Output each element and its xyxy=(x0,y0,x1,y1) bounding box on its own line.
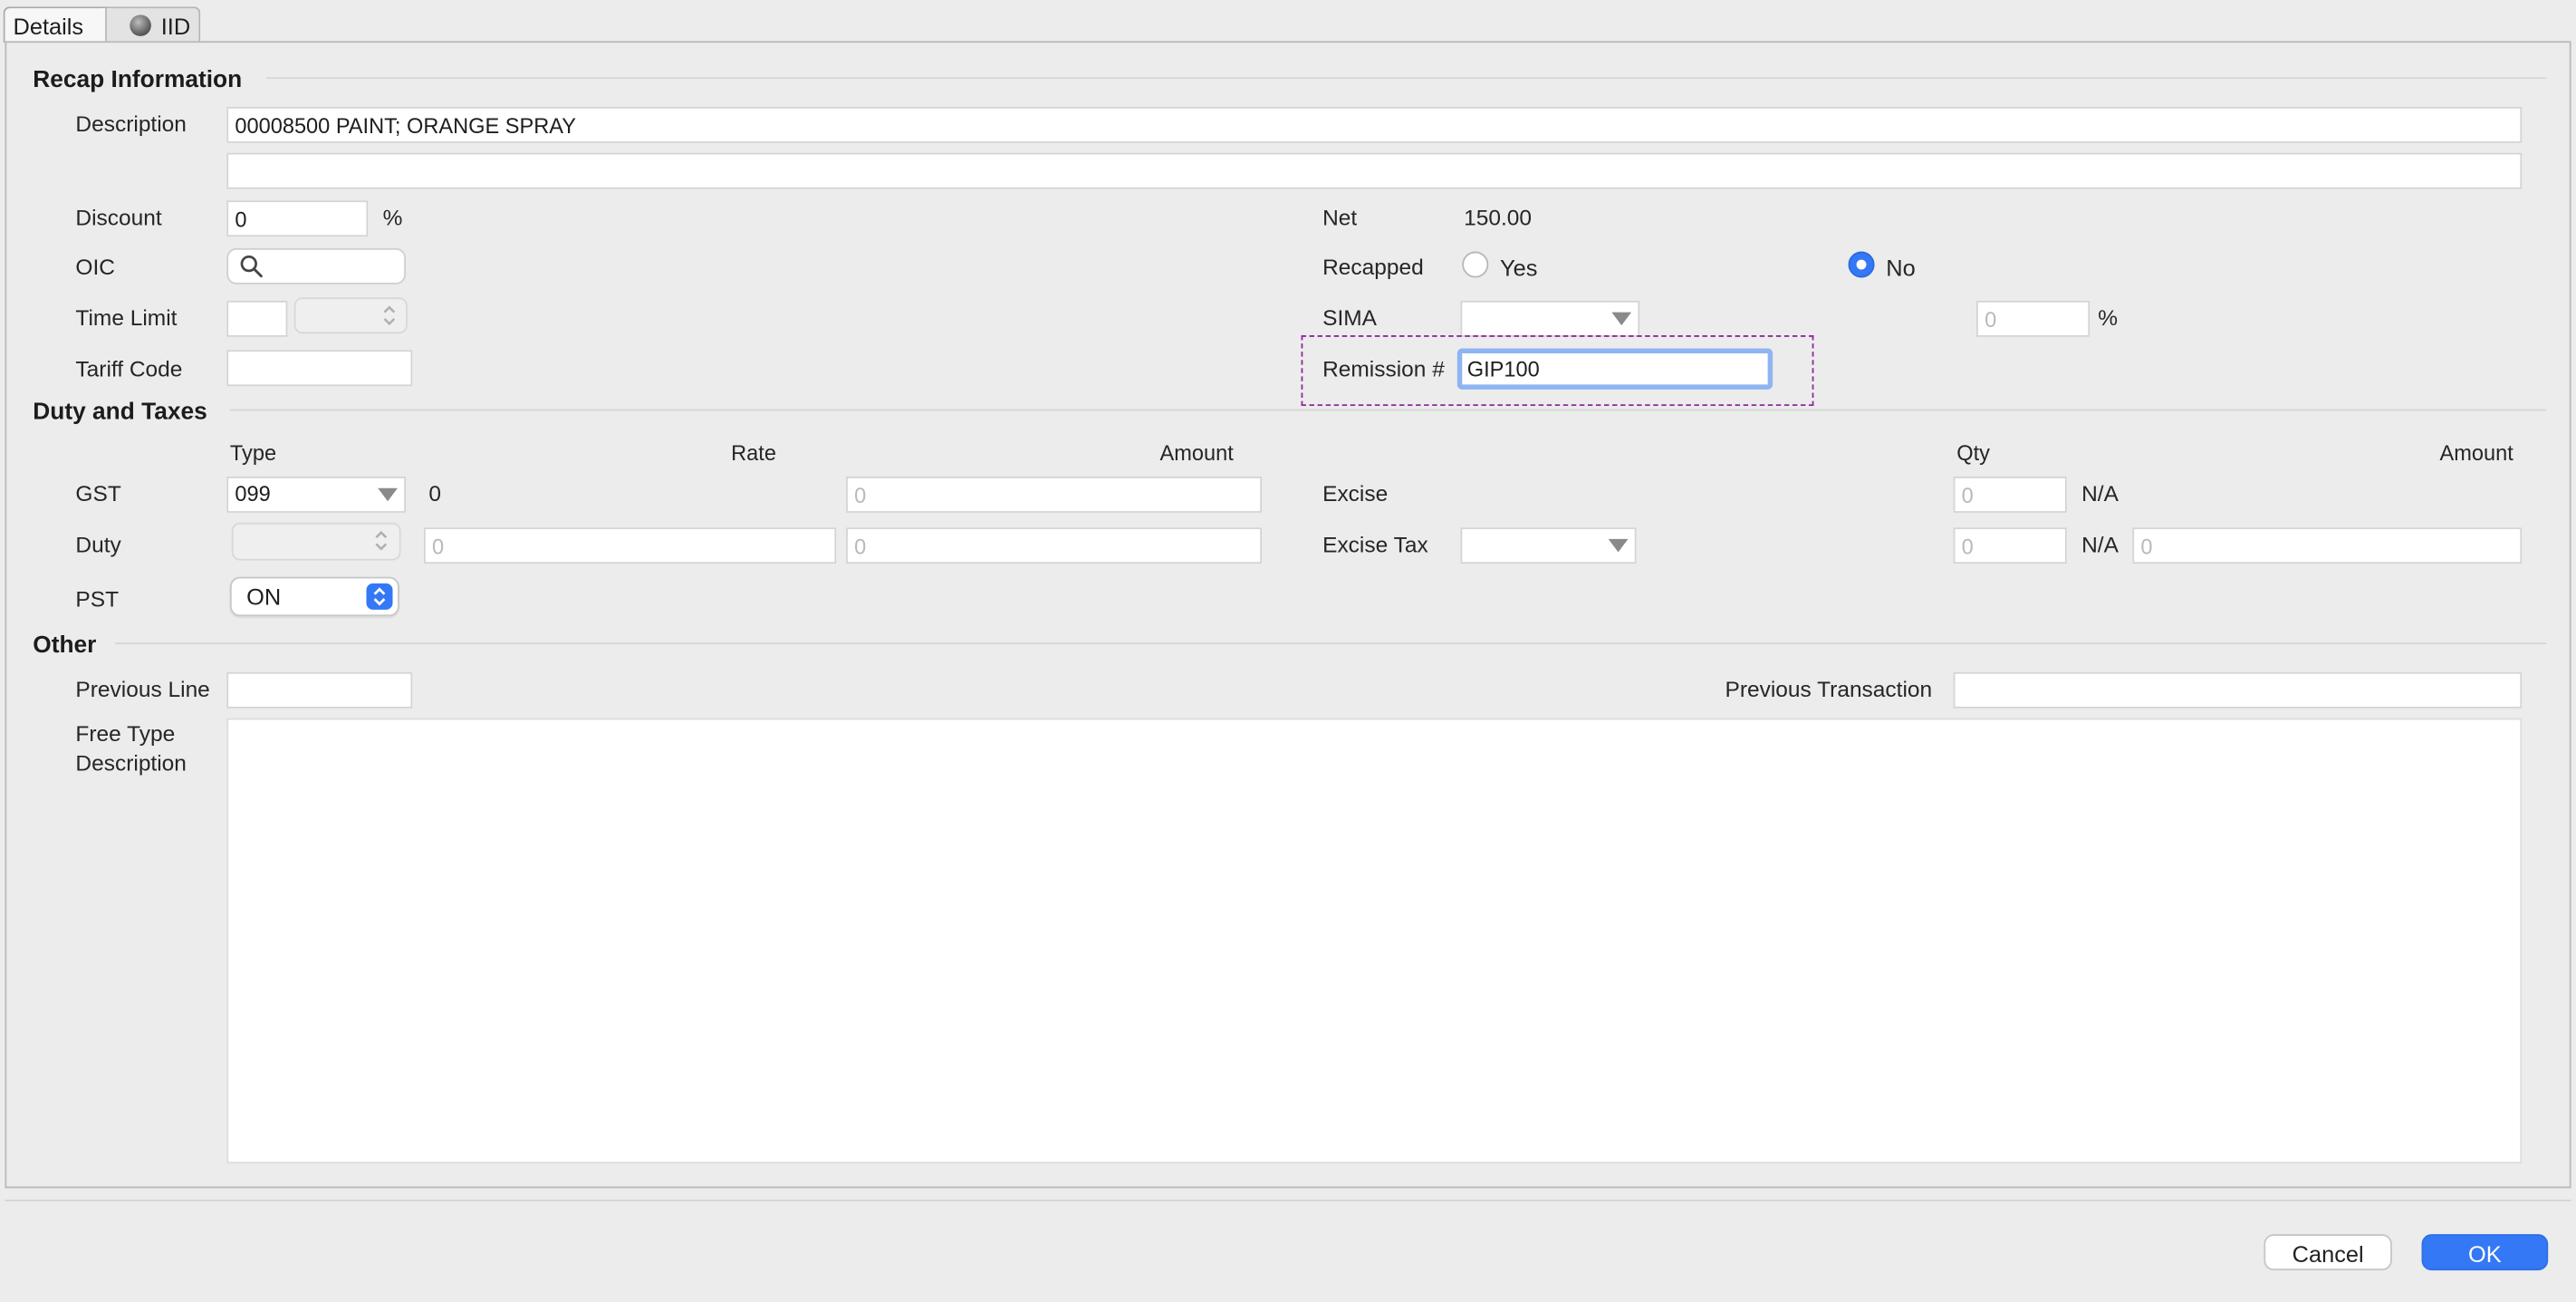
pst-select-value: ON xyxy=(246,583,282,610)
net-label: Net xyxy=(1322,205,1358,230)
tariff-code-label: Tariff Code xyxy=(75,356,183,381)
duty-section-title: Duty and Taxes xyxy=(33,399,207,426)
previous-line-label: Previous Line xyxy=(75,677,210,702)
pst-select[interactable]: ON xyxy=(229,576,399,617)
col-qty-header: Qty xyxy=(1956,440,1990,466)
sima-percent-field[interactable]: 0 xyxy=(1976,300,2091,337)
recapped-no-radio[interactable] xyxy=(1848,251,1875,278)
remission-field[interactable]: GIP100 xyxy=(1456,348,1773,390)
previous-line-field[interactable] xyxy=(226,671,413,709)
oic-search-field[interactable] xyxy=(226,247,407,285)
recap-divider xyxy=(265,77,2547,80)
time-limit-field[interactable] xyxy=(226,300,288,337)
excise-tax-label: Excise Tax xyxy=(1322,532,1428,557)
col-type-header: Type xyxy=(229,440,277,466)
description-field-2[interactable] xyxy=(226,152,2523,189)
chevron-updown-icon xyxy=(366,583,393,610)
pst-label: PST xyxy=(75,586,120,612)
duty-label: Duty xyxy=(75,532,121,557)
gst-rate-value: 0 xyxy=(428,481,442,506)
previous-transaction-field[interactable] xyxy=(1953,671,2523,709)
tab-iid[interactable]: IID xyxy=(105,6,201,43)
recapped-yes-radio[interactable] xyxy=(1462,251,1489,278)
excise-qty-field[interactable]: 0 xyxy=(1953,477,2067,513)
tab-details[interactable]: Details xyxy=(3,6,109,43)
sima-label: SIMA xyxy=(1322,305,1377,331)
duty-amount-field[interactable]: 0 xyxy=(846,527,1262,564)
status-dot-icon xyxy=(130,14,151,36)
description-label: Description xyxy=(75,111,187,137)
dropdown-arrow-icon xyxy=(1608,538,1629,553)
sima-dropdown[interactable] xyxy=(1460,300,1640,337)
excise-tax-na-label: N/A xyxy=(2081,532,2119,557)
recapped-label: Recapped xyxy=(1322,255,1424,280)
duty-type-stepper[interactable] xyxy=(231,522,401,561)
recap-section-title: Recap Information xyxy=(33,67,243,94)
remission-label: Remission # xyxy=(1322,356,1445,381)
col-rate-header: Rate xyxy=(731,440,776,466)
free-type-label-1: Free Type xyxy=(75,721,176,747)
excise-na-label: N/A xyxy=(2081,481,2119,506)
recapped-yes-label: Yes xyxy=(1499,255,1538,282)
cancel-button[interactable]: Cancel xyxy=(2264,1234,2392,1271)
previous-transaction-label: Previous Transaction xyxy=(1725,677,1933,702)
discount-label: Discount xyxy=(75,205,162,230)
oic-label: OIC xyxy=(75,255,115,280)
excise-tax-qty-field[interactable]: 0 xyxy=(1953,527,2067,564)
gst-type-dropdown[interactable]: 099 xyxy=(226,477,407,513)
dropdown-arrow-icon xyxy=(1611,312,1632,326)
tariff-code-field[interactable] xyxy=(226,350,413,387)
net-value: 150.00 xyxy=(1464,205,1532,230)
duty-rate-field[interactable]: 0 xyxy=(423,527,837,564)
radio-dot xyxy=(1856,259,1867,270)
gst-amount-field[interactable]: 0 xyxy=(846,477,1262,513)
discount-percent-label: % xyxy=(382,205,403,230)
excise-tax-dropdown[interactable] xyxy=(1460,527,1637,564)
chevron-updown-icon xyxy=(375,530,388,551)
recapped-no-label: No xyxy=(1886,255,1916,282)
footer-divider xyxy=(5,1200,2571,1201)
free-type-description-textarea[interactable] xyxy=(226,718,2523,1164)
other-section-title: Other xyxy=(33,632,97,660)
excise-tax-amount-field[interactable]: 0 xyxy=(2132,527,2523,564)
col-amount-header: Amount xyxy=(1159,440,1234,466)
discount-field[interactable]: 0 xyxy=(226,200,369,237)
gst-type-value: 099 xyxy=(235,481,271,506)
time-limit-unit-stepper[interactable] xyxy=(293,297,408,334)
chevron-updown-icon xyxy=(383,305,396,326)
description-field[interactable]: 00008500 PAINT; ORANGE SPRAY xyxy=(226,106,2523,143)
tab-details-label: Details xyxy=(13,13,84,40)
search-icon xyxy=(240,255,263,278)
tab-iid-label: IID xyxy=(160,13,191,40)
sima-percent-label: % xyxy=(2098,305,2119,331)
free-type-label-2: Description xyxy=(75,750,187,776)
ok-button[interactable]: OK xyxy=(2421,1234,2549,1271)
excise-label: Excise xyxy=(1322,481,1389,506)
time-limit-label: Time Limit xyxy=(75,305,178,331)
gst-label: GST xyxy=(75,481,121,506)
dropdown-arrow-icon xyxy=(378,487,398,502)
other-divider xyxy=(114,642,2547,645)
duty-divider xyxy=(229,409,2547,411)
col-amount2-header: Amount xyxy=(2439,440,2514,466)
